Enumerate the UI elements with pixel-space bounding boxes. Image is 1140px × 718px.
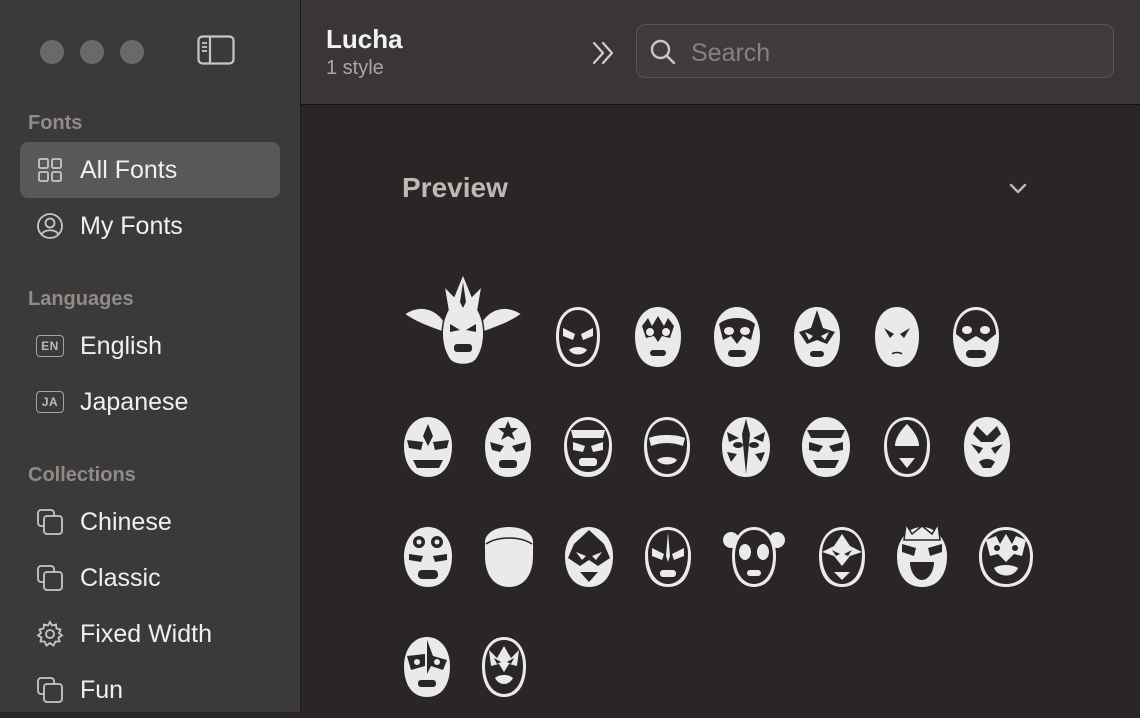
toolbar: Lucha 1 style Search <box>301 0 1140 105</box>
section-label-languages: Languages <box>28 288 134 310</box>
glyph-mask-3-1 <box>404 527 452 587</box>
glyph-mask-3-2 <box>485 527 533 587</box>
sidebar-item-fun[interactable]: Fun <box>20 662 280 718</box>
glyph-mask-1-5 <box>794 307 840 367</box>
minimize-button[interactable] <box>80 40 104 64</box>
glyph-mask-3-8 <box>979 527 1033 587</box>
sidebar: Fonts All Fonts My Fonts Languages EN En… <box>0 0 301 712</box>
collection-icon <box>36 564 64 592</box>
sidebar-item-my-fonts[interactable]: My Fonts <box>20 198 280 254</box>
chevron-down-icon[interactable] <box>1006 178 1030 198</box>
window-controls <box>40 40 144 64</box>
grid-icon <box>36 156 64 184</box>
sidebar-item-label: All Fonts <box>80 155 178 184</box>
glyph-mask-2-7 <box>884 417 930 477</box>
glyph-mask-4-2 <box>482 637 526 697</box>
search-placeholder: Search <box>691 39 771 67</box>
glyph-mask-2-2 <box>485 417 531 477</box>
glyph-mask-1-3 <box>635 307 681 367</box>
preview-heading: Preview <box>402 172 508 203</box>
sidebar-item-label: Chinese <box>80 507 172 536</box>
glyph-mask-1-7 <box>953 307 999 367</box>
collection-icon <box>36 676 64 704</box>
glyph-mask-4-1 <box>404 637 450 697</box>
search-field[interactable]: Search <box>636 24 1114 78</box>
glyph-mask-2-1 <box>404 417 452 477</box>
sidebar-item-label: Classic <box>80 563 161 592</box>
language-en-icon: EN <box>36 332 64 360</box>
gear-icon <box>36 620 64 648</box>
sidebar-item-label: My Fonts <box>80 211 183 240</box>
sidebar-item-label: Fun <box>80 675 124 704</box>
glyph-mask-2-5 <box>722 417 770 477</box>
sidebar-item-fixed-width[interactable]: Fixed Width <box>20 606 280 662</box>
sidebar-item-label: Fixed Width <box>80 619 212 648</box>
glyph-mask-1-6 <box>875 307 919 367</box>
sidebar-item-all-fonts[interactable]: All Fonts <box>20 142 280 198</box>
sidebar-item-japanese[interactable]: JA Japanese <box>20 374 280 430</box>
glyph-mask-1-2 <box>556 307 600 367</box>
sidebar-item-english[interactable]: EN English <box>20 318 280 374</box>
language-ja-icon: JA <box>36 388 64 416</box>
glyph-mask-1-4 <box>714 307 760 367</box>
chevron-double-right-icon[interactable] <box>589 38 619 68</box>
font-style-count: 1 style <box>326 57 384 79</box>
search-icon <box>650 39 676 65</box>
glyph-mask-3-7 <box>897 522 947 587</box>
glyph-mask-2-4 <box>644 417 690 477</box>
glyph-mask-2-6 <box>802 417 850 477</box>
glyph-winged-mask <box>402 272 524 366</box>
close-button[interactable] <box>40 40 64 64</box>
section-label-collections: Collections <box>28 464 136 486</box>
sidebar-toggle-icon[interactable] <box>197 35 235 65</box>
zoom-button[interactable] <box>120 40 144 64</box>
sidebar-item-label: English <box>80 331 162 360</box>
glyph-mask-2-8 <box>964 417 1010 477</box>
glyph-mask-2-3 <box>564 417 612 477</box>
glyph-mask-3-5 <box>723 527 785 587</box>
collection-icon <box>36 508 64 536</box>
glyph-mask-3-6 <box>819 527 865 587</box>
sidebar-item-label: Japanese <box>80 387 189 416</box>
person-circle-icon <box>36 212 64 240</box>
font-title: Lucha <box>326 24 403 54</box>
sidebar-item-classic[interactable]: Classic <box>20 550 280 606</box>
sidebar-item-chinese[interactable]: Chinese <box>20 494 280 550</box>
glyph-mask-3-3 <box>565 527 613 587</box>
glyph-mask-3-4 <box>645 527 691 587</box>
section-label-fonts: Fonts <box>28 112 83 134</box>
